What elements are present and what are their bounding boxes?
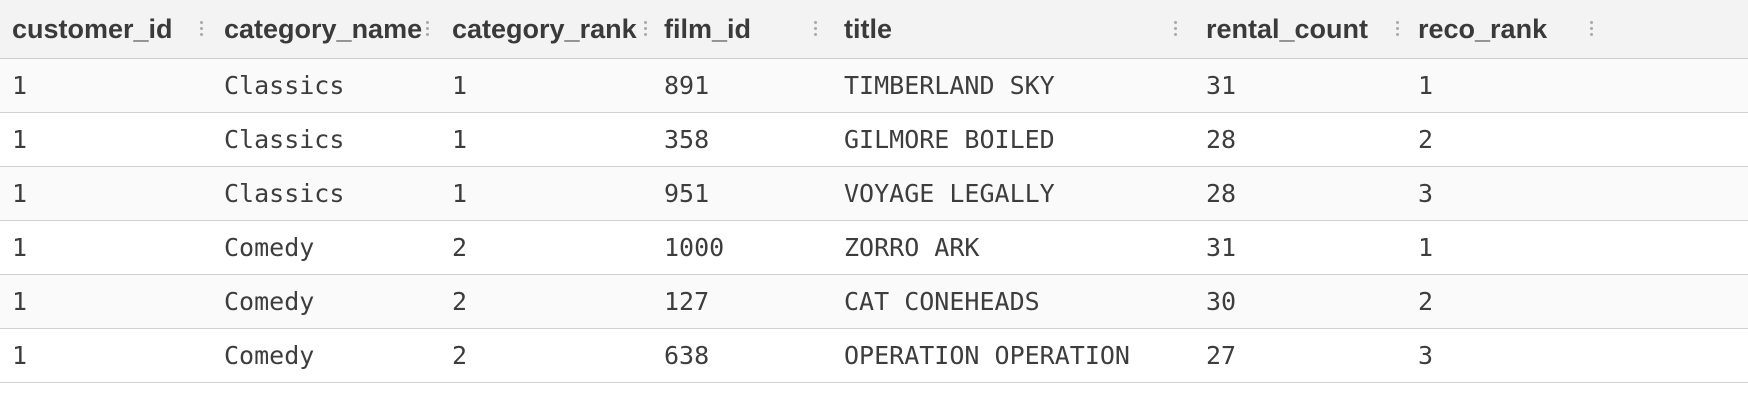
cell-category-name[interactable]: Comedy xyxy=(212,328,440,383)
cell-rental-count[interactable]: 28 xyxy=(1194,112,1406,167)
table-row[interactable]: 1 Comedy 2 127 CAT CONEHEADS 30 2 xyxy=(0,274,1748,329)
column-header-label: customer_id xyxy=(12,13,173,44)
cell-reco-rank[interactable]: 2 xyxy=(1406,274,1748,329)
result-table: customer_id category_name category_rank … xyxy=(0,0,1748,383)
cell-customer-id[interactable]: 1 xyxy=(0,58,212,113)
column-header-customer-id[interactable]: customer_id xyxy=(0,0,212,59)
column-resize-handle[interactable] xyxy=(1390,0,1404,57)
column-header-label: category_rank xyxy=(452,13,637,44)
table-row[interactable]: 1 Comedy 2 1000 ZORRO ARK 31 1 xyxy=(0,220,1748,275)
column-resize-handle[interactable] xyxy=(638,0,652,57)
cell-reco-rank[interactable]: 1 xyxy=(1406,58,1748,113)
cell-title[interactable]: VOYAGE LEGALLY xyxy=(832,166,1194,221)
cell-film-id[interactable]: 891 xyxy=(652,58,832,113)
column-resize-handle[interactable] xyxy=(808,0,822,57)
table-row[interactable]: 1 Classics 1 951 VOYAGE LEGALLY 28 3 xyxy=(0,166,1748,221)
cell-reco-rank[interactable]: 2 xyxy=(1406,112,1748,167)
cell-customer-id[interactable]: 1 xyxy=(0,220,212,275)
cell-category-rank[interactable]: 2 xyxy=(440,274,652,329)
cell-reco-rank[interactable]: 1 xyxy=(1406,220,1748,275)
result-grid: customer_id category_name category_rank … xyxy=(0,0,1748,420)
column-header-category-name[interactable]: category_name xyxy=(212,0,440,59)
column-resize-handle[interactable] xyxy=(194,0,208,57)
cell-category-rank[interactable]: 1 xyxy=(440,112,652,167)
column-header-label: category_name xyxy=(224,13,423,44)
cell-category-rank[interactable]: 2 xyxy=(440,328,652,383)
column-header-title[interactable]: title xyxy=(832,0,1194,59)
cell-category-name[interactable]: Classics xyxy=(212,58,440,113)
cell-film-id[interactable]: 127 xyxy=(652,274,832,329)
column-header-label: reco_rank xyxy=(1418,13,1548,44)
cell-customer-id[interactable]: 1 xyxy=(0,166,212,221)
column-resize-handle[interactable] xyxy=(420,0,434,57)
column-resize-handle[interactable] xyxy=(1584,0,1598,57)
header-row: customer_id category_name category_rank … xyxy=(0,0,1748,59)
cell-rental-count[interactable]: 31 xyxy=(1194,58,1406,113)
cell-category-name[interactable]: Comedy xyxy=(212,220,440,275)
cell-reco-rank[interactable]: 3 xyxy=(1406,328,1748,383)
cell-category-rank[interactable]: 2 xyxy=(440,220,652,275)
cell-category-name[interactable]: Comedy xyxy=(212,274,440,329)
cell-film-id[interactable]: 951 xyxy=(652,166,832,221)
cell-title[interactable]: GILMORE BOILED xyxy=(832,112,1194,167)
column-header-category-rank[interactable]: category_rank xyxy=(440,0,652,59)
cell-rental-count[interactable]: 31 xyxy=(1194,220,1406,275)
cell-category-rank[interactable]: 1 xyxy=(440,166,652,221)
column-header-label: rental_count xyxy=(1206,13,1369,44)
column-resize-handle[interactable] xyxy=(1168,0,1182,57)
cell-reco-rank[interactable]: 3 xyxy=(1406,166,1748,221)
cell-title[interactable]: TIMBERLAND SKY xyxy=(832,58,1194,113)
cell-rental-count[interactable]: 30 xyxy=(1194,274,1406,329)
column-header-label: title xyxy=(844,13,893,44)
column-header-film-id[interactable]: film_id xyxy=(652,0,832,59)
cell-category-name[interactable]: Classics xyxy=(212,112,440,167)
cell-rental-count[interactable]: 27 xyxy=(1194,328,1406,383)
column-header-reco-rank[interactable]: reco_rank xyxy=(1406,0,1748,59)
cell-category-rank[interactable]: 1 xyxy=(440,58,652,113)
cell-film-id[interactable]: 1000 xyxy=(652,220,832,275)
cell-title[interactable]: OPERATION OPERATION xyxy=(832,328,1194,383)
column-header-label: film_id xyxy=(664,13,752,44)
cell-title[interactable]: ZORRO ARK xyxy=(832,220,1194,275)
cell-customer-id[interactable]: 1 xyxy=(0,274,212,329)
table-row[interactable]: 1 Comedy 2 638 OPERATION OPERATION 27 3 xyxy=(0,328,1748,383)
cell-film-id[interactable]: 638 xyxy=(652,328,832,383)
cell-customer-id[interactable]: 1 xyxy=(0,328,212,383)
table-row[interactable]: 1 Classics 1 891 TIMBERLAND SKY 31 1 xyxy=(0,58,1748,113)
cell-category-name[interactable]: Classics xyxy=(212,166,440,221)
table-row[interactable]: 1 Classics 1 358 GILMORE BOILED 28 2 xyxy=(0,112,1748,167)
cell-title[interactable]: CAT CONEHEADS xyxy=(832,274,1194,329)
cell-customer-id[interactable]: 1 xyxy=(0,112,212,167)
cell-film-id[interactable]: 358 xyxy=(652,112,832,167)
column-header-rental-count[interactable]: rental_count xyxy=(1194,0,1406,59)
cell-rental-count[interactable]: 28 xyxy=(1194,166,1406,221)
